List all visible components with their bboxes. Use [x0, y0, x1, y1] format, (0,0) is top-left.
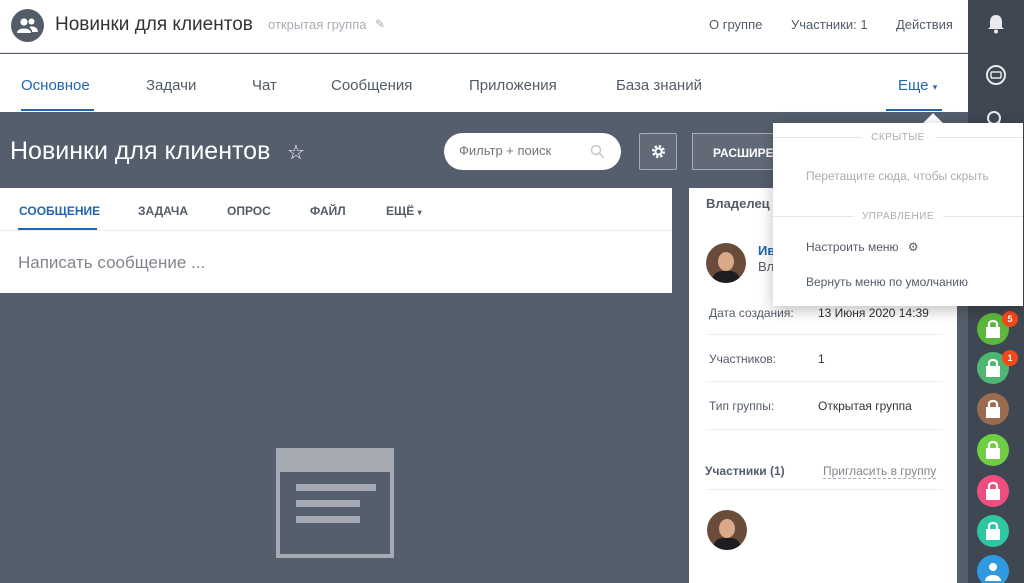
group-avatar[interactable]	[11, 9, 44, 42]
actions-link[interactable]: Действия	[896, 17, 953, 32]
active-tab-underline	[21, 109, 94, 111]
invite-link[interactable]: Пригласить в группу	[823, 464, 937, 479]
tab-messages[interactable]: Сообщения	[331, 77, 412, 94]
configure-menu-label: Настроить меню	[806, 240, 899, 254]
composer-tab-more-label: ЕЩЁ	[386, 204, 415, 218]
rail-chat-avatar-5[interactable]	[977, 475, 1009, 507]
tab-chat[interactable]: Чат	[252, 77, 277, 94]
composer-tab-task[interactable]: ЗАДАЧА	[138, 204, 188, 218]
composer-tab-message[interactable]: СООБЩЕНИЕ	[19, 204, 100, 218]
settings-button[interactable]	[639, 133, 677, 170]
unread-badge: 1	[1002, 350, 1018, 366]
row-divider	[706, 381, 943, 382]
chevron-down-icon: ▾	[932, 82, 938, 92]
configure-menu-item[interactable]: Настроить меню ⚙	[806, 240, 919, 254]
feed-icon-line	[296, 484, 376, 491]
feed-icon-line	[296, 500, 360, 507]
lock-icon	[986, 521, 1000, 540]
avatar-face	[718, 252, 734, 271]
owner-position: Вл	[758, 259, 775, 274]
owner-avatar[interactable]	[706, 243, 746, 283]
filter-search[interactable]	[444, 133, 621, 170]
edit-pencil-icon[interactable]: ✎	[375, 17, 385, 31]
composer-tab-more[interactable]: ЕЩЁ ▾	[386, 204, 422, 218]
section-line	[943, 216, 1023, 217]
drop-zone-hint[interactable]: Перетащите сюда, чтобы скрыть	[806, 169, 989, 183]
members-count-link[interactable]: Участники: 1	[791, 17, 868, 32]
rail-chat-avatar-4[interactable]	[977, 434, 1009, 466]
members-label: Участников:	[709, 352, 777, 366]
chevron-down-icon: ▾	[417, 208, 422, 217]
composer-tab-poll[interactable]: ОПРОС	[227, 204, 271, 218]
section-line	[935, 137, 1023, 138]
bell-icon[interactable]	[984, 12, 1008, 36]
gear-icon	[652, 145, 665, 158]
about-group-link[interactable]: О группе	[709, 17, 762, 32]
unread-badge: 5	[1002, 311, 1018, 327]
rail-chat-avatar-6[interactable]	[977, 515, 1009, 547]
avatar-body	[712, 271, 740, 283]
group-tabs: Основное Задачи Чат Сообщения Приложения…	[0, 54, 968, 112]
search-icon[interactable]	[590, 144, 605, 159]
members-value: 1	[818, 352, 825, 366]
feed-icon-top-bar	[280, 452, 390, 472]
group-type-label: Тип группы:	[709, 399, 775, 413]
reset-menu-item[interactable]: Вернуть меню по умолчанию	[806, 275, 968, 289]
group-title: Новинки для клиентов	[55, 14, 253, 35]
gear-icon: ⚙	[907, 240, 919, 254]
row-divider	[706, 429, 943, 430]
star-icon[interactable]: ☆	[287, 140, 305, 165]
row-divider	[706, 334, 943, 335]
post-composer: СООБЩЕНИЕ ЗАДАЧА ОПРОС ФАЙЛ ЕЩЁ ▾ Написа…	[0, 188, 672, 293]
tab-more[interactable]: Еще ▾	[898, 77, 937, 94]
lock-icon	[986, 399, 1000, 418]
user-icon	[985, 563, 1001, 581]
empty-feed-icon	[276, 448, 394, 558]
more-menu-popup: СКРЫТЫЕ Перетащите сюда, чтобы скрыть УП…	[773, 123, 1023, 306]
tab-apps[interactable]: Приложения	[469, 77, 557, 94]
created-label: Дата создания:	[709, 306, 794, 320]
group-type-value: Открытая группа	[818, 399, 912, 413]
group-header: Новинки для клиентов открытая группа ✎ О…	[0, 0, 968, 53]
members-heading: Участники (1)	[705, 464, 785, 478]
message-input[interactable]: Написать сообщение ...	[18, 253, 205, 273]
tab-more-label: Еще	[898, 77, 929, 94]
tab-tasks[interactable]: Задачи	[146, 77, 196, 94]
composer-tab-file[interactable]: ФАЙЛ	[310, 204, 346, 218]
rail-chat-avatar-3[interactable]	[977, 393, 1009, 425]
created-value: 13 Июня 2020 14:39	[818, 306, 929, 320]
avatar-body	[713, 538, 741, 550]
tab-knowledge-base[interactable]: База знаний	[616, 77, 702, 94]
tab-main[interactable]: Основное	[21, 77, 90, 94]
extended-button-label: РАСШИРЕННЫЙ	[713, 146, 782, 160]
page-title: Новинки для клиентов	[10, 137, 271, 165]
lock-icon	[986, 440, 1000, 459]
group-type-label[interactable]: открытая группа	[268, 17, 366, 32]
owner-heading: Владелец	[706, 196, 770, 211]
group-users-icon	[17, 18, 38, 33]
more-tab-underline	[886, 109, 942, 111]
lock-icon	[986, 358, 1000, 377]
avatar-face	[719, 519, 735, 538]
extended-button[interactable]: РАСШИРЕННЫЙ	[692, 133, 782, 170]
chat-bubble-icon[interactable]	[984, 63, 1008, 87]
search-input[interactable]	[459, 143, 589, 158]
row-divider	[706, 489, 943, 490]
lock-icon	[986, 481, 1000, 500]
member-avatar[interactable]	[707, 510, 747, 550]
composer-divider	[0, 230, 672, 231]
rail-chat-avatar-7[interactable]	[977, 555, 1009, 583]
feed-icon-line	[296, 516, 360, 523]
lock-icon	[986, 319, 1000, 338]
